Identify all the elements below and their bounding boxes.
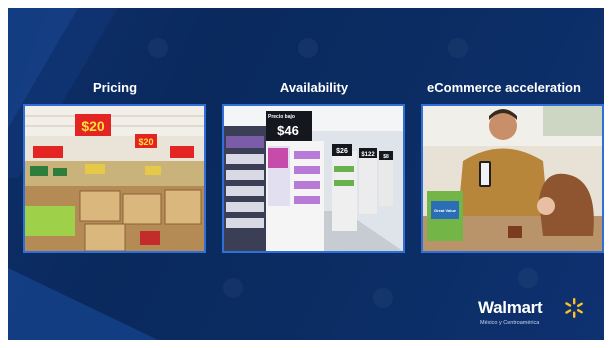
availability-photo: Precio bajo $46 $26 $122 $8	[222, 104, 405, 253]
price-sign-large: $20	[81, 118, 105, 134]
product-card-label: Great Value	[434, 208, 457, 213]
aisle-price-3: $122	[361, 152, 375, 158]
spark-icon	[565, 298, 583, 318]
aisle-price-4: $8	[383, 154, 389, 160]
aisle-header: Precio bajo	[268, 114, 295, 120]
logo-subtitle: México y Centroamérica	[480, 320, 540, 326]
aisle-price-2: $26	[336, 148, 348, 155]
pricing-photo: $20 $20	[23, 104, 206, 253]
logo-wordmark: Walmart	[478, 298, 543, 317]
aisle-price-main: $46	[277, 123, 299, 138]
availability-title: Availability	[279, 80, 349, 95]
walmart-logo: Walmart México y Centroamérica	[478, 296, 588, 330]
price-sign-medium: $20	[138, 137, 153, 147]
pricing-title: Pricing	[92, 80, 138, 95]
ecommerce-title: eCommerce acceleration	[427, 80, 581, 95]
ecommerce-photo: Great Value	[421, 104, 604, 253]
slide: Pricing $20 $20 Availability Precio bajo…	[8, 8, 604, 340]
